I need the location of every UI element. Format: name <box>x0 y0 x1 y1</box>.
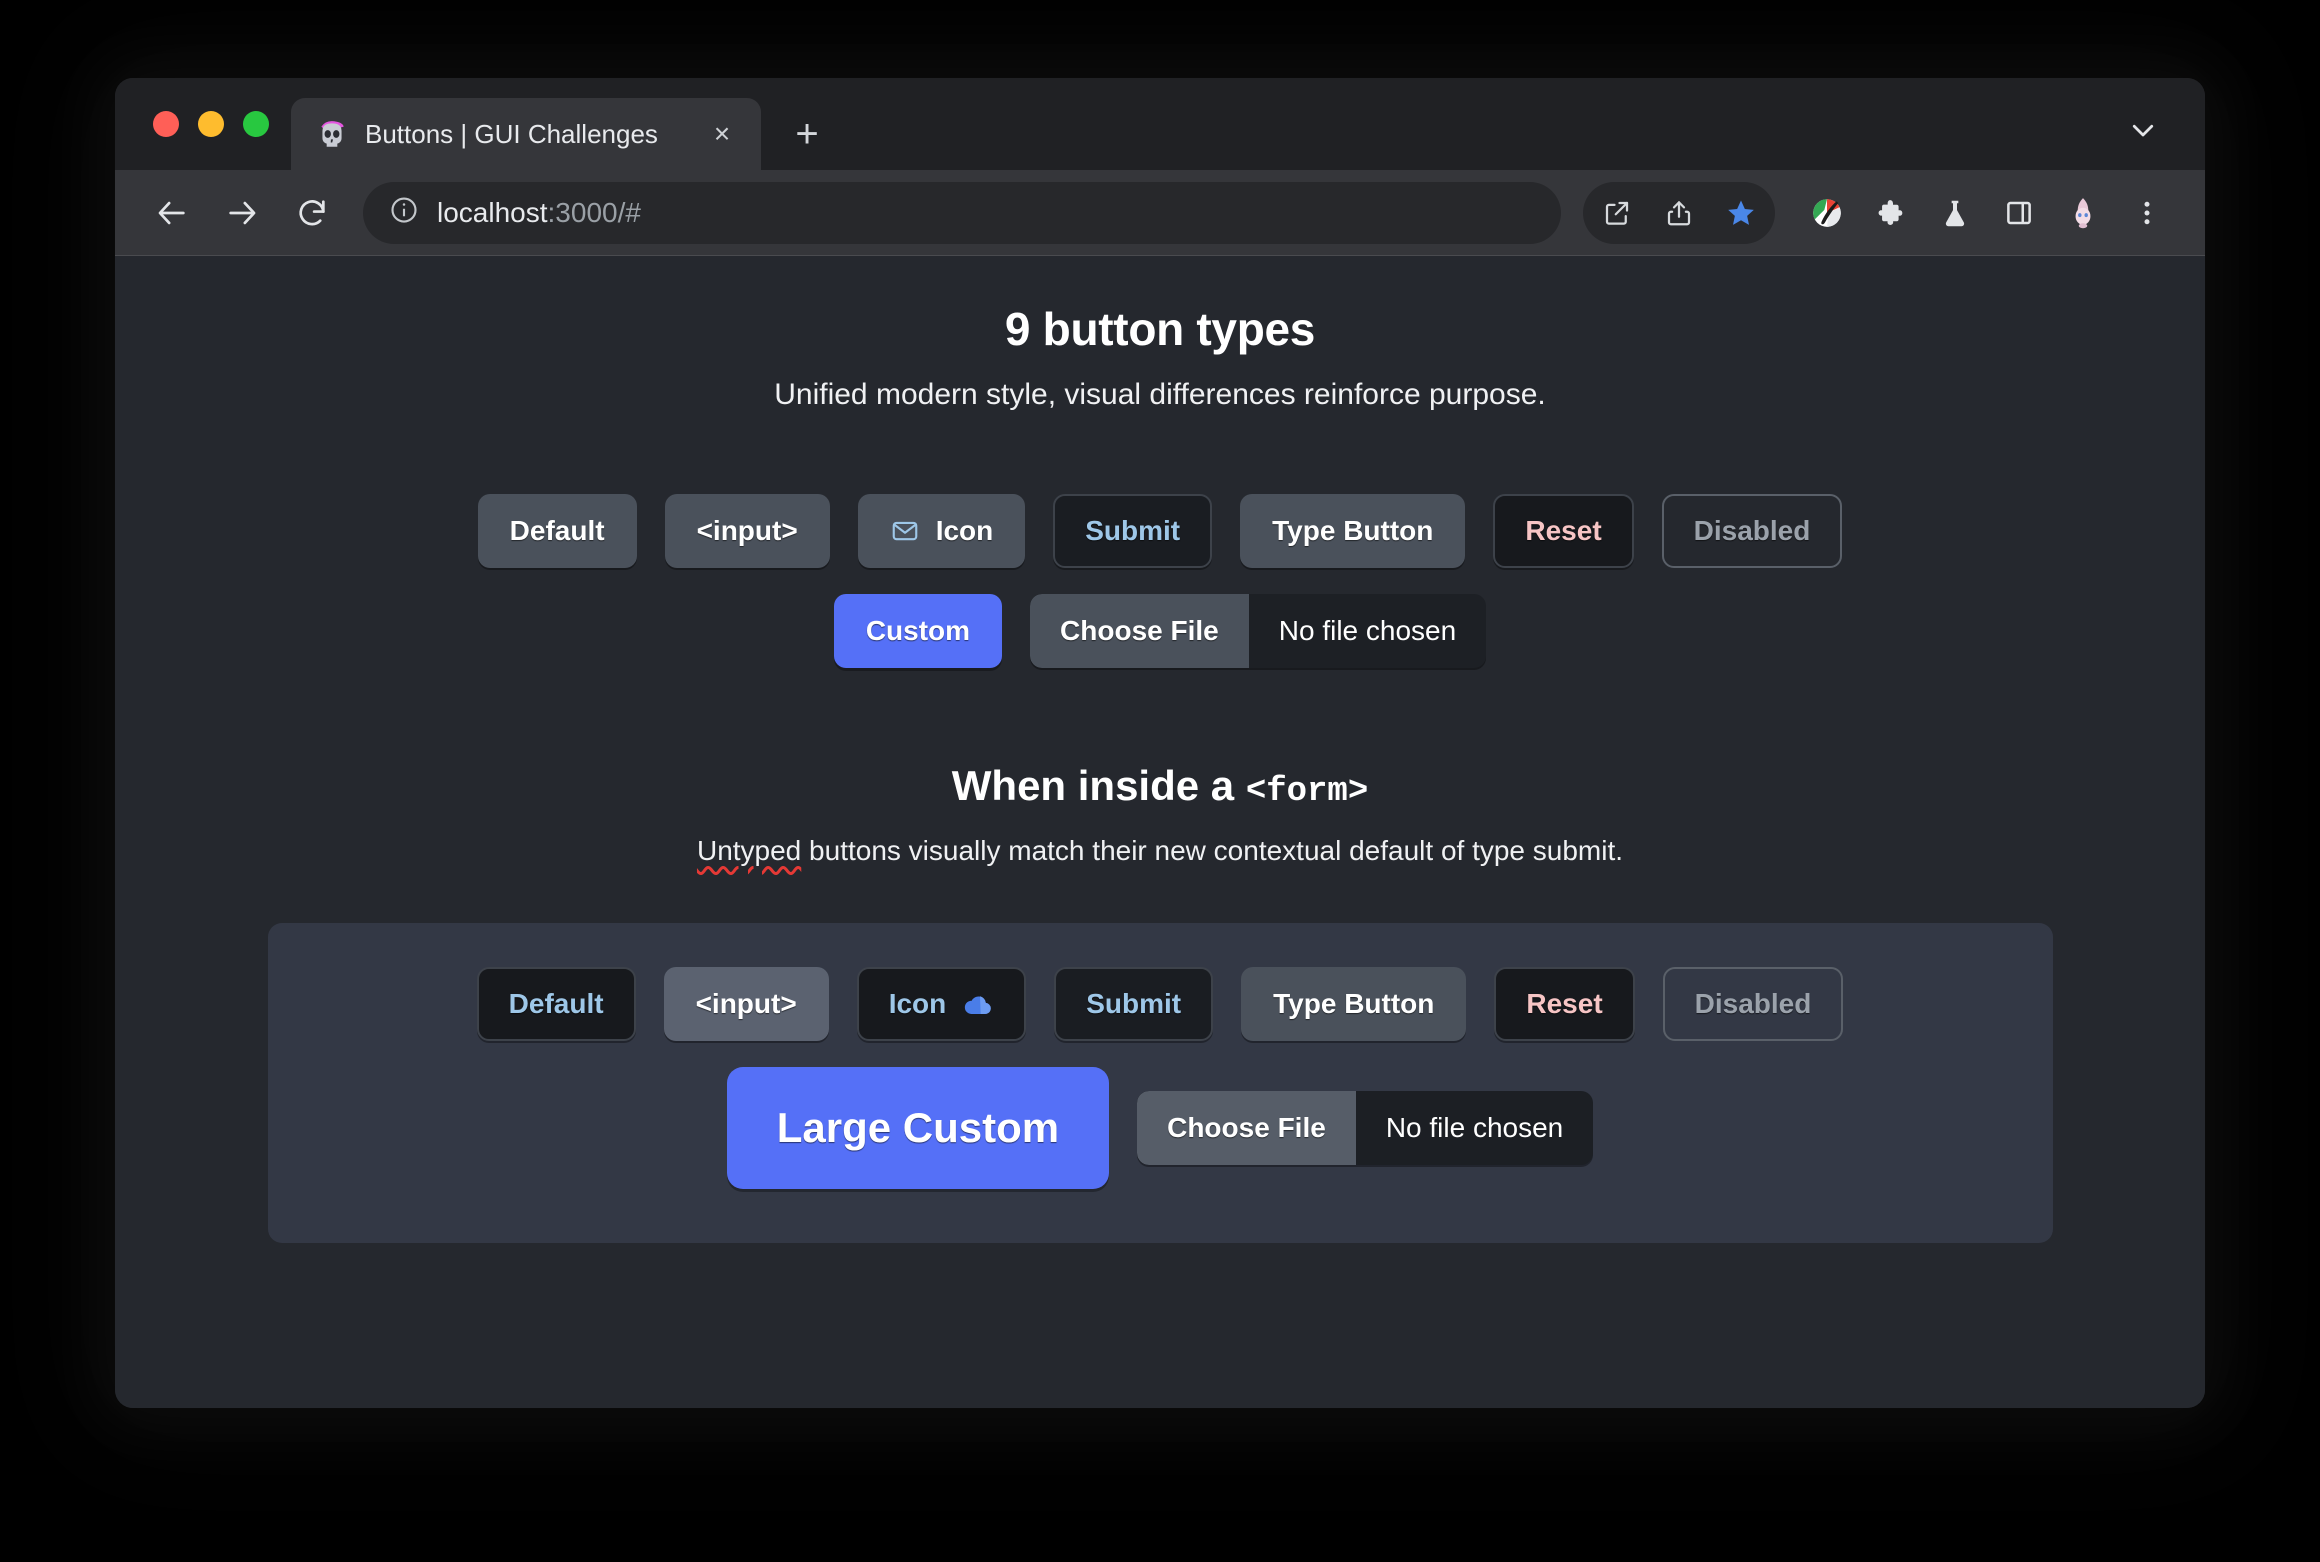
section-subtitle: Untyped buttons visually match their new… <box>697 835 1623 867</box>
button-type-button[interactable]: Type Button <box>1240 494 1466 568</box>
form-button-reset[interactable]: Reset <box>1494 967 1635 1041</box>
window-minimize-button[interactable] <box>198 111 224 137</box>
share-icon[interactable] <box>1651 185 1707 241</box>
button-reset[interactable]: Reset <box>1493 494 1634 568</box>
close-icon[interactable]: × <box>703 115 741 153</box>
traffic-lights <box>115 78 291 170</box>
form-button-submit[interactable]: Submit <box>1054 967 1214 1041</box>
button-label: Disabled <box>1694 988 1812 1019</box>
button-row-primary: Default <input> Icon Submit Type Button … <box>477 494 1843 568</box>
button-label: <input> <box>696 515 798 546</box>
chevron-down-icon[interactable] <box>2121 108 2165 152</box>
button-label: Submit <box>1085 515 1181 546</box>
url-path: :3000/# <box>547 196 641 228</box>
button-submit[interactable]: Submit <box>1053 494 1213 568</box>
file-status-label: No file chosen <box>1278 615 1457 646</box>
form-button-type-button[interactable]: Type Button <box>1241 967 1467 1041</box>
browser-toolbar: localhost:3000/# <box>115 170 2205 256</box>
button-label: Default <box>509 515 605 546</box>
button-input[interactable]: <input> <box>664 494 830 568</box>
flask-icon[interactable] <box>1927 185 1983 241</box>
url-host: localhost <box>437 196 548 228</box>
puzzle-piece-icon[interactable] <box>1863 185 1919 241</box>
button-label: Submit <box>1086 988 1182 1019</box>
misspelled-word: Untyped <box>696 835 802 866</box>
omnibox-action-group <box>1583 181 1775 244</box>
profile-avatar-icon[interactable] <box>2055 185 2111 241</box>
choose-file-button[interactable]: Choose File <box>1030 594 1249 668</box>
button-label: Disabled <box>1693 515 1811 546</box>
window-close-button[interactable] <box>153 111 179 137</box>
button-label: Type Button <box>1272 515 1434 546</box>
button-label: Icon <box>935 515 994 546</box>
three-dot-menu-icon[interactable] <box>2119 185 2175 241</box>
form-button-row-secondary: Large Custom Choose File No file chosen <box>726 1067 1594 1189</box>
section-title: When inside a <form> <box>952 762 1368 811</box>
button-icon[interactable]: Icon <box>857 494 1026 568</box>
button-label: Type Button <box>1273 988 1435 1019</box>
address-bar[interactable]: localhost:3000/# <box>363 181 1561 244</box>
form-button-row-primary: Default <input> Icon Submit Type Button <box>476 967 1844 1041</box>
bookmark-star-icon[interactable] <box>1713 185 1769 241</box>
form-file-status-label: No file chosen <box>1385 1112 1564 1143</box>
side-panel-icon[interactable] <box>1991 185 2047 241</box>
button-label: Reset <box>1525 515 1602 546</box>
browser-window: Buttons | GUI Challenges × + localhost:3… <box>115 78 2205 1408</box>
button-label: Icon <box>888 988 947 1019</box>
button-label: Custom <box>865 615 971 646</box>
page-subtitle: Unified modern style, visual differences… <box>774 378 1546 411</box>
reload-icon[interactable] <box>281 182 343 244</box>
new-tab-button[interactable]: + <box>779 106 835 162</box>
button-label: Large Custom <box>776 1104 1060 1151</box>
form-file-input[interactable]: Choose File No file chosen <box>1137 1091 1594 1165</box>
skull-favicon <box>315 117 349 151</box>
button-label: Reset <box>1526 988 1603 1019</box>
file-input[interactable]: Choose File No file chosen <box>1030 594 1487 668</box>
form-button-input[interactable]: <input> <box>663 967 829 1041</box>
form-button-large-custom[interactable]: Large Custom <box>726 1067 1110 1189</box>
back-arrow-icon[interactable] <box>141 182 203 244</box>
page-title: 9 button types <box>1004 303 1316 355</box>
cloud-icon <box>962 988 994 1020</box>
tab-strip: Buttons | GUI Challenges × + <box>115 78 2205 170</box>
page-content: 9 button types Unified modern style, vis… <box>115 256 2205 1408</box>
form-button-disabled: Disabled <box>1662 967 1844 1041</box>
button-disabled: Disabled <box>1661 494 1843 568</box>
tab-title: Buttons | GUI Challenges <box>365 118 658 149</box>
color-palette-icon[interactable] <box>1799 185 1855 241</box>
form-button-default[interactable]: Default <box>476 967 636 1041</box>
form-button-icon[interactable]: Icon <box>856 967 1027 1041</box>
button-custom[interactable]: Custom <box>833 594 1003 668</box>
form-choose-file-button[interactable]: Choose File <box>1137 1091 1356 1165</box>
open-external-icon[interactable] <box>1589 185 1645 241</box>
button-row-secondary: Custom Choose File No file chosen <box>833 594 1487 668</box>
url-text: localhost:3000/# <box>437 197 641 229</box>
button-label: Default <box>508 988 604 1019</box>
button-label: <input> <box>695 988 797 1019</box>
window-zoom-button[interactable] <box>243 111 269 137</box>
form-panel: Default <input> Icon Submit Type Button <box>267 923 2053 1243</box>
section-title-code: <form> <box>1245 773 1369 811</box>
button-default[interactable]: Default <box>477 494 637 568</box>
forward-arrow-icon[interactable] <box>211 182 273 244</box>
browser-tab[interactable]: Buttons | GUI Challenges × <box>291 98 761 170</box>
section-subtitle-rest: buttons visually match their new context… <box>801 835 1624 866</box>
info-circle-icon[interactable] <box>389 195 419 230</box>
envelope-icon <box>890 516 920 546</box>
section-title-text: When inside a <box>951 762 1246 809</box>
